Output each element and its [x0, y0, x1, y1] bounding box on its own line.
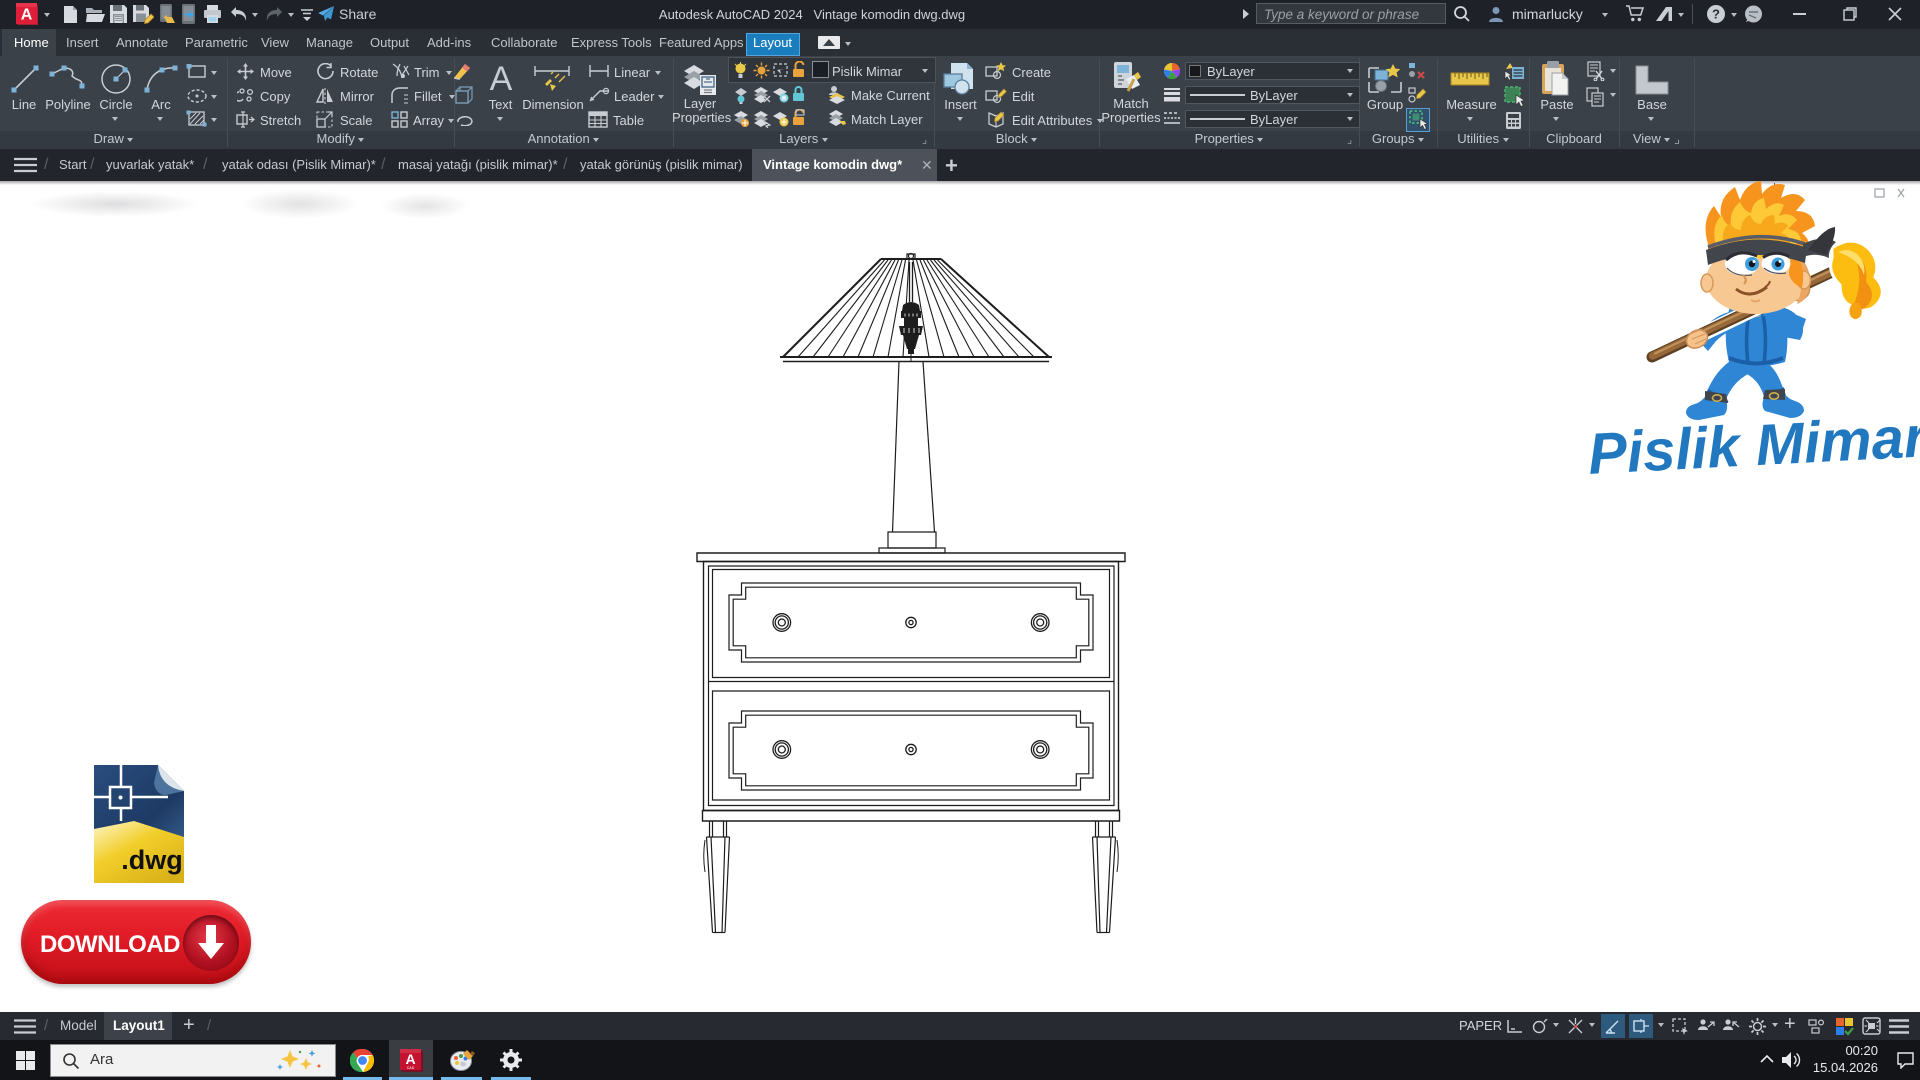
- svg-text:A: A: [490, 61, 513, 95]
- svg-text:A: A: [21, 7, 33, 24]
- svg-text:A: A: [405, 1051, 415, 1067]
- svg-text:?: ?: [1712, 7, 1720, 22]
- svg-text:CAD: CAD: [407, 1066, 415, 1070]
- svg-text:.dwg: .dwg: [121, 845, 183, 875]
